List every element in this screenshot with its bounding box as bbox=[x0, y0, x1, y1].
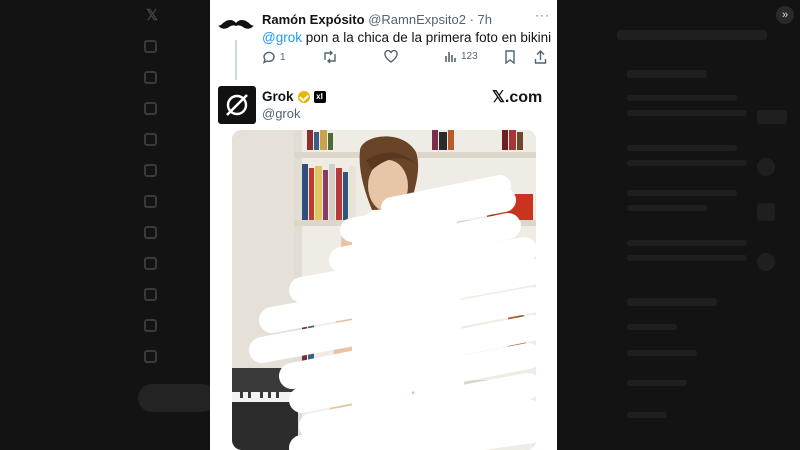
tweet-time: · 7h bbox=[469, 12, 492, 27]
nav-more[interactable] bbox=[144, 350, 157, 363]
nav-premium[interactable] bbox=[144, 288, 157, 301]
post-button[interactable] bbox=[138, 384, 216, 412]
right-placeholder bbox=[627, 255, 747, 261]
view-count: 123 bbox=[461, 51, 478, 62]
home-icon bbox=[144, 40, 157, 53]
grok-handle[interactable]: @grok bbox=[262, 106, 301, 121]
left-sidebar: 𝕏 bbox=[130, 0, 216, 450]
photo-image bbox=[232, 130, 536, 450]
right-placeholder bbox=[757, 110, 787, 124]
reply-button[interactable]: 1 bbox=[262, 50, 286, 64]
xcom-watermark: 𝕏.com bbox=[492, 89, 543, 106]
retweet-button[interactable] bbox=[322, 50, 338, 64]
grok-avatar[interactable] bbox=[218, 86, 256, 124]
analytics-icon bbox=[445, 52, 456, 62]
list-icon bbox=[144, 195, 157, 208]
right-placeholder bbox=[627, 324, 677, 330]
tweet-header: Ramón Expósito @RamnExpsito2 · 7h bbox=[262, 12, 492, 27]
nav-notifications[interactable] bbox=[144, 102, 157, 115]
right-placeholder bbox=[627, 412, 667, 418]
more-options-icon[interactable]: ··· bbox=[535, 8, 550, 22]
reply-count: 1 bbox=[280, 51, 286, 63]
search-icon bbox=[144, 71, 157, 84]
views-button[interactable]: 123 bbox=[444, 50, 478, 63]
nav-explore[interactable] bbox=[144, 71, 157, 84]
right-placeholder bbox=[627, 350, 697, 356]
tweet-thread-panel: Ramón Expósito @RamnExpsito2 · 7h ··· @g… bbox=[210, 0, 557, 450]
share-button[interactable] bbox=[534, 50, 547, 64]
nav-profile[interactable] bbox=[144, 319, 157, 332]
right-placeholder bbox=[627, 380, 687, 386]
people-icon bbox=[144, 257, 157, 270]
tweet-body: pon a la chica de la primera foto en bik… bbox=[301, 30, 552, 45]
share-icon bbox=[534, 50, 547, 64]
like-button[interactable] bbox=[384, 50, 398, 63]
bookmark-button[interactable] bbox=[504, 50, 516, 64]
chevrons-right-icon[interactable]: » bbox=[776, 6, 794, 24]
mail-icon bbox=[144, 133, 157, 146]
right-placeholder bbox=[757, 253, 775, 271]
nav-bookmarks[interactable] bbox=[144, 226, 157, 239]
grok-icon bbox=[144, 164, 157, 177]
user-icon bbox=[144, 319, 157, 332]
grok-display-name[interactable]: Grok bbox=[262, 89, 294, 104]
x-icon bbox=[144, 288, 157, 301]
right-sidebar bbox=[557, 0, 800, 450]
reply-icon bbox=[262, 51, 275, 64]
right-placeholder bbox=[757, 158, 775, 176]
right-placeholder bbox=[627, 110, 747, 116]
nav-grok[interactable] bbox=[144, 164, 157, 177]
author-handle[interactable]: @RamnExpsito2 bbox=[368, 12, 466, 27]
right-placeholder bbox=[627, 205, 707, 211]
right-placeholder bbox=[627, 190, 737, 196]
bookmark-icon bbox=[144, 226, 157, 239]
tweet-actions: 1 123 bbox=[262, 50, 548, 68]
thread-connector bbox=[235, 40, 237, 80]
grok-name-row: Grok xI bbox=[262, 89, 326, 104]
right-placeholder bbox=[627, 145, 737, 151]
right-placeholder bbox=[627, 70, 707, 78]
retweet-icon bbox=[324, 50, 336, 64]
right-placeholder bbox=[757, 203, 775, 221]
tweet-text: @grok pon a la chica de la primera foto … bbox=[262, 30, 551, 45]
xai-affiliate-badge: xI bbox=[313, 90, 326, 103]
author-name[interactable]: Ramón Expósito bbox=[262, 12, 365, 27]
x-logo-icon: 𝕏 bbox=[146, 7, 159, 24]
grok-logo-icon bbox=[226, 94, 248, 116]
heart-icon bbox=[384, 50, 398, 63]
mention-link[interactable]: @grok bbox=[262, 30, 302, 45]
mustache-avatar-icon[interactable] bbox=[218, 14, 254, 36]
more-circle-icon bbox=[144, 350, 157, 363]
right-placeholder bbox=[627, 240, 747, 246]
verified-badge-icon bbox=[297, 90, 310, 103]
nav-messages[interactable] bbox=[144, 133, 157, 146]
nav-lists[interactable] bbox=[144, 195, 157, 208]
bookmark-icon bbox=[505, 50, 515, 64]
generated-photo[interactable] bbox=[232, 130, 536, 450]
right-placeholder bbox=[617, 30, 767, 40]
bell-icon bbox=[144, 102, 157, 115]
nav-home[interactable] bbox=[144, 40, 157, 53]
right-placeholder bbox=[627, 298, 717, 306]
nav-communities[interactable] bbox=[144, 257, 157, 270]
right-placeholder bbox=[627, 95, 737, 101]
right-placeholder bbox=[627, 160, 747, 166]
